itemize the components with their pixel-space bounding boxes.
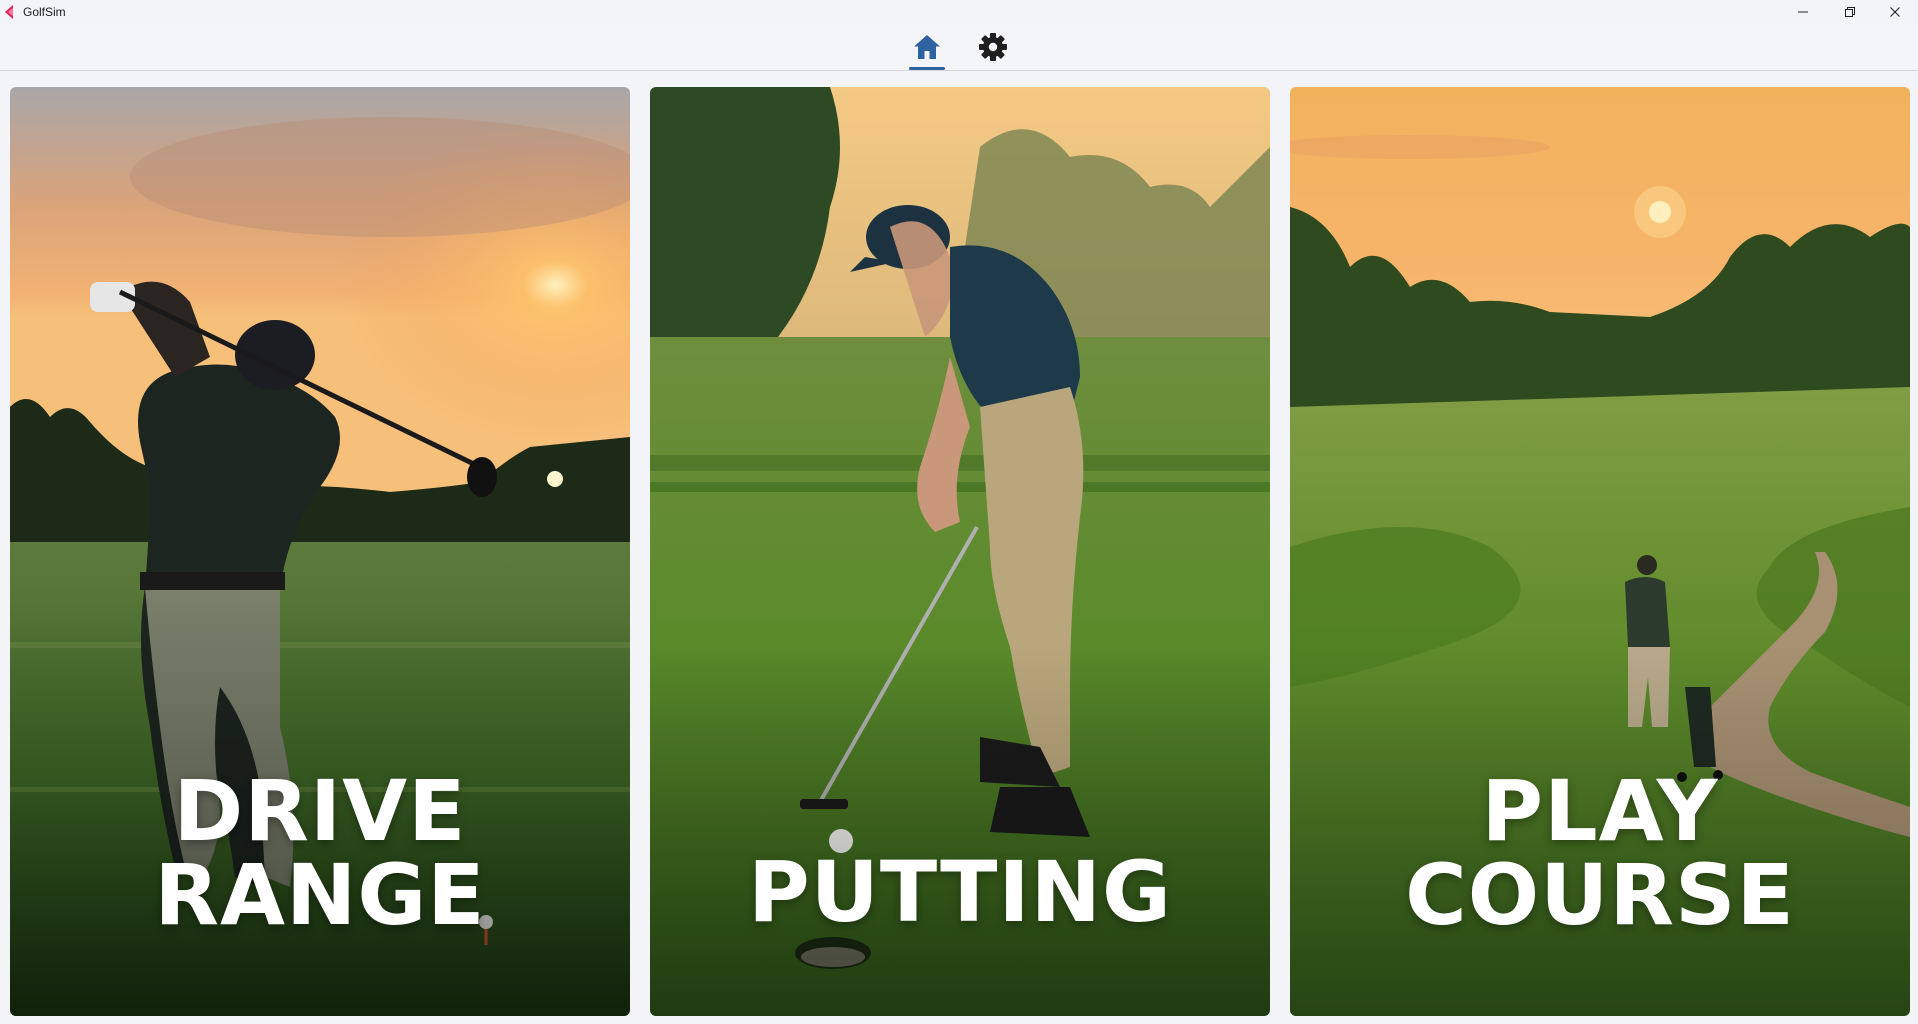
drive-range-title-line-1: DRIVE	[173, 762, 467, 860]
drive-range-title-line-2: RANGE	[154, 846, 486, 944]
drive-range-card[interactable]: DRIVE RANGE	[10, 87, 630, 1016]
nav-settings-button[interactable]	[974, 28, 1012, 66]
app-logo-icon	[4, 5, 18, 19]
close-icon	[1890, 7, 1900, 17]
minimize-button[interactable]	[1780, 0, 1826, 24]
window-title: GolfSim	[23, 5, 66, 19]
play-course-title-line-2: COURSE	[1405, 846, 1795, 944]
home-icon	[914, 35, 940, 59]
play-course-title-line-1: PLAY	[1481, 762, 1719, 860]
title-bar: GolfSim	[0, 0, 1918, 24]
play-course-title: PLAY COURSE	[1290, 769, 1910, 937]
window-controls	[1780, 0, 1918, 24]
maximize-button[interactable]	[1826, 0, 1872, 24]
nav-bar	[0, 24, 1918, 71]
gear-icon	[979, 33, 1007, 61]
drive-range-title: DRIVE RANGE	[10, 769, 630, 937]
maximize-icon	[1845, 7, 1855, 17]
putting-title-line-1: PUTTING	[748, 843, 1172, 941]
close-button[interactable]	[1872, 0, 1918, 24]
active-tab-indicator	[909, 67, 945, 70]
putting-title: PUTTING	[650, 850, 1270, 934]
minimize-icon	[1798, 11, 1808, 13]
play-course-card[interactable]: PLAY COURSE	[1290, 87, 1910, 1016]
putting-card[interactable]: PUTTING	[650, 87, 1270, 1016]
nav-home-button[interactable]	[908, 28, 946, 66]
